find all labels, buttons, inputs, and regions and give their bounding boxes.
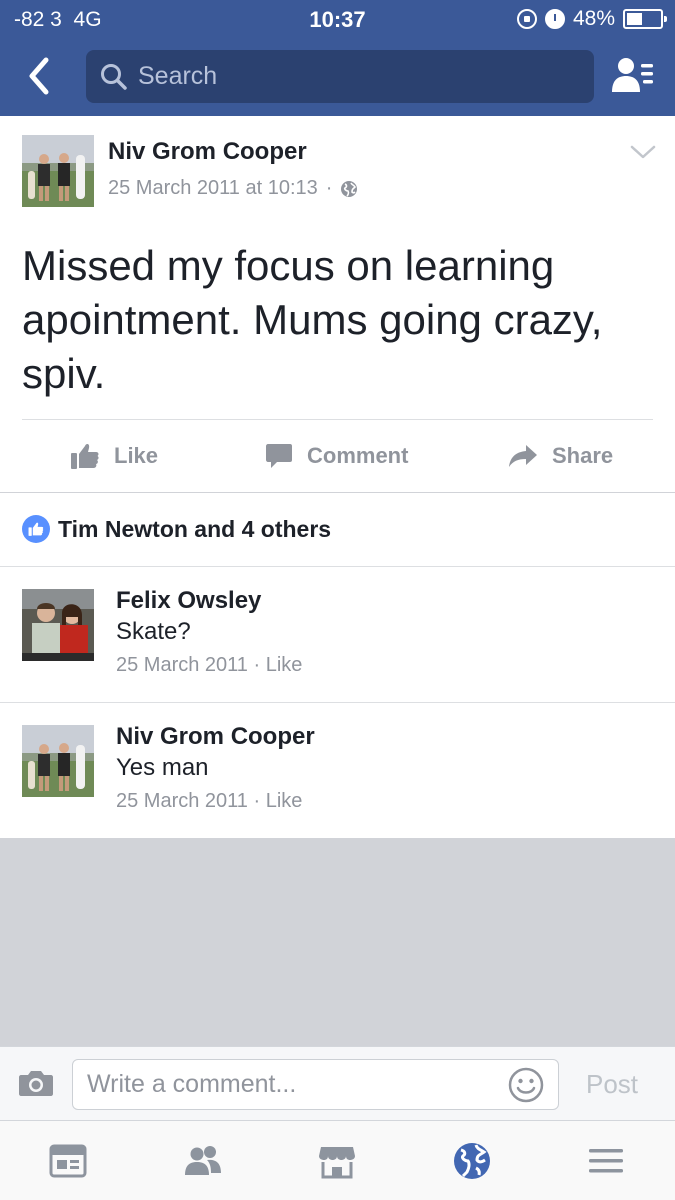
comment-button[interactable]: Comment <box>265 436 408 476</box>
post-actions: Like Comment Share <box>0 420 675 492</box>
like-label: Like <box>114 443 159 468</box>
like-badge-icon <box>22 515 50 543</box>
header: -82 3 4G 10:37 48% <box>0 0 675 116</box>
emoji-icon <box>508 1067 544 1103</box>
search-icon <box>101 63 127 90</box>
comment-composer: Post <box>0 1046 675 1120</box>
chevron-down-icon <box>630 145 656 159</box>
tab-notifications[interactable] <box>452 1141 492 1181</box>
status-right: 48% <box>516 7 667 31</box>
comment: Niv Grom Cooper Yes man 25 March 2011 · … <box>0 703 675 838</box>
meta-separator: · <box>325 177 333 199</box>
comment-meta: 25 March 2011 · Like <box>116 790 302 813</box>
commenter-name[interactable]: Niv Grom Cooper <box>116 723 315 751</box>
author-avatar[interactable] <box>22 135 94 207</box>
commenter-avatar[interactable] <box>22 589 94 661</box>
comment: Felix Owsley Skate? 25 March 2011 · Like <box>0 567 675 702</box>
share-label: Share <box>552 443 614 468</box>
share-arrow-icon <box>509 445 537 467</box>
search-input[interactable] <box>138 62 578 91</box>
meta-separator: · <box>247 790 266 812</box>
tab-menu[interactable] <box>586 1141 626 1181</box>
battery-icon <box>623 9 667 29</box>
tab-news-feed[interactable] <box>48 1141 88 1181</box>
friend-requests-icon <box>612 58 653 92</box>
comment-input[interactable] <box>72 1059 559 1110</box>
commenter-name[interactable]: Felix Owsley <box>116 587 261 615</box>
screen: -82 3 4G 10:37 48% Search Niv Grom Coope… <box>0 0 675 1200</box>
status-bar: -82 3 4G 10:37 48% <box>0 0 675 38</box>
camera-icon <box>19 1071 53 1096</box>
commenter-avatar[interactable] <box>22 725 94 797</box>
commenter-photo <box>22 725 94 797</box>
friend-requests-button[interactable] <box>610 54 656 98</box>
comment-label: Comment <box>307 443 409 468</box>
menu-icon <box>589 1149 623 1173</box>
globe-icon <box>341 180 358 197</box>
comment-date: 25 March 2011 <box>116 654 248 676</box>
post-options-button[interactable] <box>628 142 658 162</box>
comment-text: Yes man <box>116 754 209 781</box>
post: Niv Grom Cooper 25 March 2011 at 10:13 ·… <box>0 116 675 492</box>
battery-fill <box>627 13 642 25</box>
comment-bubble-icon <box>266 444 292 468</box>
comment-text: Skate? <box>116 618 191 645</box>
nav-row <box>0 44 675 108</box>
marketplace-icon <box>319 1147 355 1179</box>
post-timestamp[interactable]: 25 March 2011 at 10:13 <box>108 177 318 200</box>
notifications-globe-icon <box>454 1143 490 1179</box>
comment-like-link[interactable]: Like <box>266 790 303 812</box>
tab-friends[interactable] <box>183 1141 223 1181</box>
back-arrow-icon <box>29 57 49 95</box>
likes-summary[interactable]: Tim Newton and 4 others <box>0 493 675 566</box>
author-name[interactable]: Niv Grom Cooper <box>108 138 307 166</box>
thumbs-up-icon <box>71 443 99 469</box>
emoji-button[interactable] <box>508 1067 544 1103</box>
post-text: Missed my focus on learning apointment. … <box>22 242 603 397</box>
comment-date: 25 March 2011 <box>116 790 248 812</box>
friends-icon <box>185 1146 221 1175</box>
meta-separator: · <box>247 654 266 676</box>
tab-bar <box>0 1120 675 1200</box>
post-meta: 25 March 2011 at 10:13 · <box>108 177 358 200</box>
back-button[interactable] <box>20 54 60 98</box>
thumbs-up-icon <box>28 522 44 536</box>
post-comment-button[interactable]: Post <box>586 1069 638 1100</box>
likes-text[interactable]: Tim Newton and 4 others <box>58 516 331 543</box>
orientation-lock-icon <box>516 9 537 29</box>
comment-meta: 25 March 2011 · Like <box>116 654 302 677</box>
camera-button[interactable] <box>18 1068 54 1098</box>
battery-percent: 48% <box>572 7 615 30</box>
alarm-icon <box>544 9 565 29</box>
commenter-photo <box>22 589 94 661</box>
search-box[interactable] <box>86 50 594 103</box>
comment-like-link[interactable]: Like <box>266 654 303 676</box>
news-feed-icon <box>49 1144 87 1178</box>
share-button[interactable]: Share <box>508 436 613 476</box>
author-photo <box>22 135 94 207</box>
tab-marketplace[interactable] <box>317 1141 357 1181</box>
like-button[interactable]: Like <box>70 436 158 476</box>
